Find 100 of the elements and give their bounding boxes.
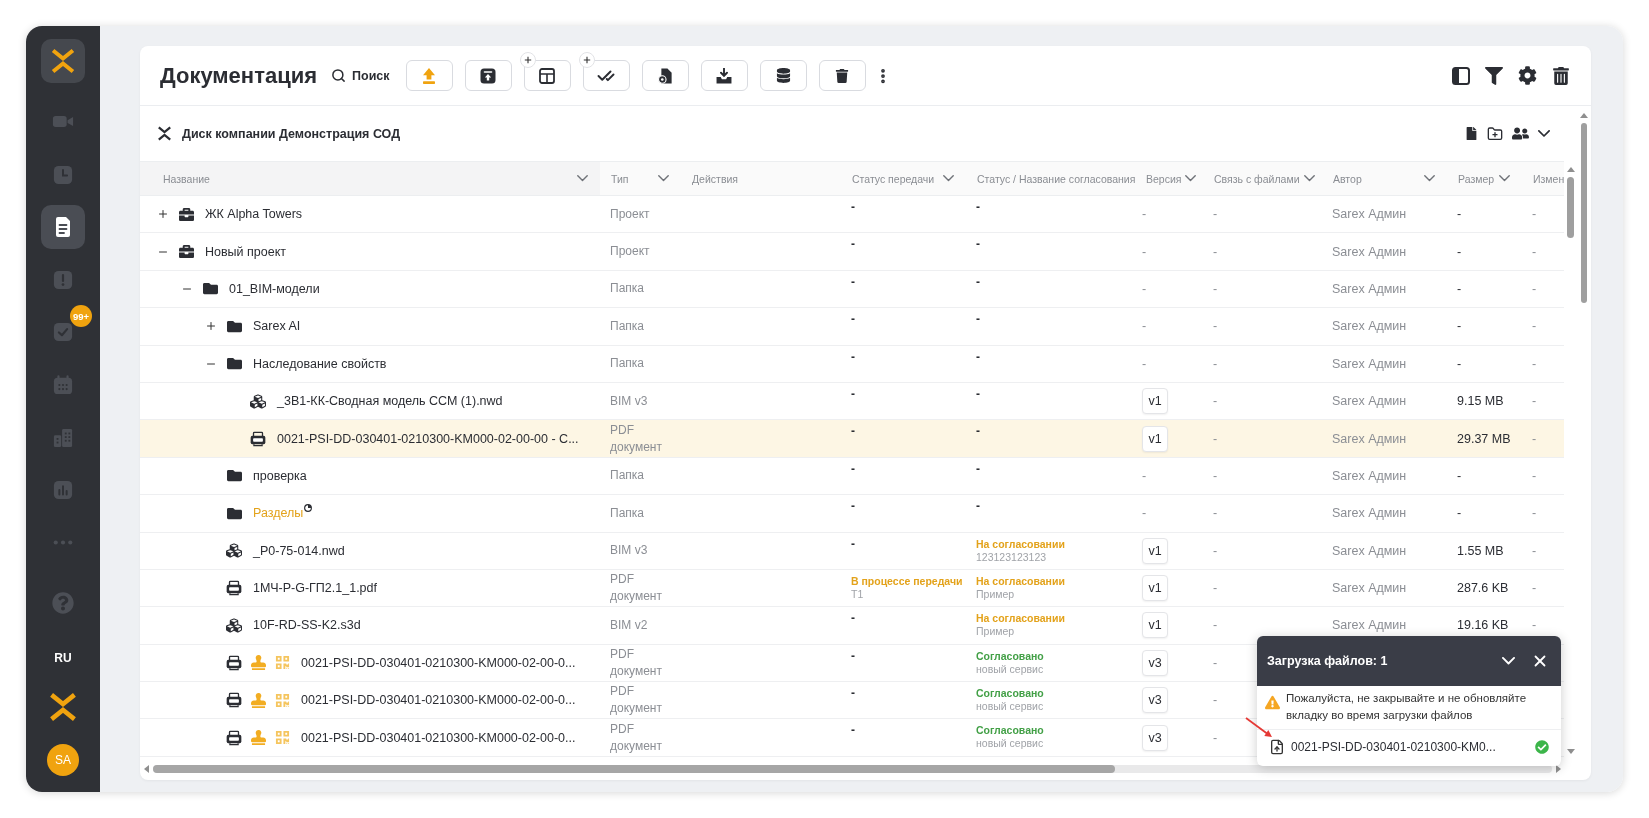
file-icon[interactable] [1465,127,1478,140]
scrollbar-thumb[interactable] [153,764,1115,773]
item-name[interactable]: _3B1-КК-Сводная модель ССМ (1).nwd [277,394,503,409]
table-row[interactable]: 10F-RD-SS-K2.s3d BIM v2 - На согласовании Пример v1 - Sarex Админ 19.16 KB - [140,607,1564,645]
approval-status: - [976,462,980,476]
toolbar-button[interactable] [641,60,689,91]
item-name[interactable]: Sarex AI [253,319,301,334]
item-name[interactable]: 0021-PSI-DD-030401-0210300-KM000-02-00-00 - C... [277,431,579,446]
item-name[interactable]: Новый проект [205,244,287,259]
version-badge[interactable]: v1 [1142,388,1168,415]
qr-code-icon [274,730,290,746]
file-links-value: - [1213,543,1218,558]
folder-plus-icon[interactable] [1487,125,1503,142]
download-tray-icon [716,67,733,84]
scroll-up-icon[interactable] [1566,167,1575,172]
approval-status: Согласовано [976,649,1044,663]
search-button[interactable]: Поиск [331,68,390,83]
scrollbar-track[interactable] [153,764,1552,773]
scroll-up-icon[interactable] [1580,113,1588,118]
item-name[interactable]: 10F-RD-SS-K2.s3d [253,618,361,633]
version-badge[interactable]: v1 [1142,575,1168,602]
version-badge[interactable]: v1 [1142,425,1168,452]
transfer-status: - [851,387,855,401]
modified-date: - [1532,506,1537,521]
page-title: Документация [160,62,318,89]
chevron-down-icon [577,175,588,182]
table-row[interactable]: _3B1-КК-Сводная модель ССМ (1).nwd BIM v3 - - v1 - Sarex Админ 9.15 MB - [140,382,1564,421]
users-icon[interactable] [1512,125,1529,142]
version-badge[interactable]: v1 [1142,612,1168,639]
toolbar-button[interactable] [523,60,571,91]
toolbar-button[interactable] [700,60,748,91]
scrollbar-thumb[interactable] [1567,177,1574,238]
upload-icon [423,67,436,84]
file-links-value: - [1213,506,1218,521]
scroll-right-icon[interactable] [1556,764,1561,773]
toolbar-button[interactable] [464,60,512,91]
table-row[interactable]: ЖК Alpha Towers Проект - - - - Sarex Админ - - [140,196,1564,234]
chevron-down-icon[interactable] [1538,130,1550,137]
version-value: - [1142,468,1147,483]
item-name[interactable]: 0021-PSI-DD-030401-0210300-KM000-02-00-0... [301,693,576,708]
transfer-status: В процессе передачи [851,574,963,588]
item-type: BIM v3 [610,542,648,560]
table-row[interactable]: 0021-PSI-DD-030401-0210300-KM000-02-00-00 - C... PDF документ - - v1 - Sarex Админ 29.37 MB - [140,420,1564,458]
scroll-down-icon[interactable] [1566,749,1575,754]
toolbar-button[interactable] [818,60,866,91]
table-row[interactable]: 1МЧ-Р-G-ГП2.1_1.pdf PDF документ В процессе передачи T1 На согласовании Пример v1 - Sarex Админ 287.6 KB - [140,569,1564,608]
item-name[interactable]: проверка [253,468,307,483]
approval-status: Согласовано [976,724,1044,738]
filter-icon[interactable] [1485,66,1503,85]
folder-icon [226,505,242,521]
delete-icon[interactable] [1552,66,1570,85]
nav-button[interactable] [41,205,85,250]
transfer-status: - [851,537,855,551]
modified-date: - [1532,468,1537,483]
collapse-button[interactable] [1502,657,1515,665]
printer-icon [226,580,242,597]
item-name[interactable]: 1МЧ-Р-G-ГП2.1_1.pdf [253,581,377,596]
version-badge[interactable]: v3 [1142,649,1168,676]
version-badge[interactable]: v3 [1142,687,1168,714]
alert-icon [53,269,73,290]
table-row[interactable]: 01_BIM-модели Папка - - - - Sarex Админ - - [140,270,1564,309]
printer-icon [226,692,242,709]
table-row[interactable]: Новый проект Проект - - - - Sarex Админ - - [140,233,1564,271]
disk-logo-icon [157,126,172,141]
expand-icon[interactable] [157,208,169,221]
scrollbar-thumb[interactable] [1581,123,1587,303]
version-value: - [1142,207,1147,222]
modified-date: - [1532,319,1537,334]
expand-icon[interactable] [205,320,217,333]
table-row[interactable]: Sarex AI Папка - - - - Sarex Админ - - [140,308,1564,346]
version-value: - [1142,356,1147,371]
chevron-down-icon [1185,175,1197,182]
item-name[interactable]: Наследование свойств [253,356,387,371]
table-row[interactable]: Разделы Папка - - - - Sarex Админ - - [140,495,1564,533]
version-value: - [1142,319,1147,334]
cubes-icon [250,392,266,410]
table-row[interactable]: _P0-75-014.nwd BIM v3 - На согласовании 123123123123 v1 - Sarex Админ 1.55 MB - [140,532,1564,570]
home-button[interactable] [41,39,85,83]
approval-status-detail: новый сервис [976,737,1044,751]
author-name: Sarex Админ [1332,356,1407,371]
version-badge[interactable]: v3 [1142,724,1168,751]
item-name[interactable]: _P0-75-014.nwd [253,543,345,558]
table-row[interactable]: проверка Папка - - - - Sarex Админ - - [140,457,1564,496]
item-name[interactable]: ЖК Alpha Towers [205,207,303,222]
item-name[interactable]: 01_BIM-модели [229,281,320,296]
plus-badge-icon[interactable] [519,52,536,68]
item-name[interactable]: 0021-PSI-DD-030401-0210300-KM000-02-00-0... [301,730,576,745]
table-row[interactable]: Наследование свойств Папка - - - - Sarex Админ - - [140,345,1564,383]
toolbar-button[interactable] [582,60,630,91]
toolbar-button[interactable] [759,60,807,91]
approval-status: - [976,425,980,439]
panel-toggle-icon[interactable] [1452,66,1470,85]
settings-icon[interactable] [1518,66,1537,85]
language-label[interactable]: RU [54,651,72,665]
plus-badge-icon[interactable] [578,52,595,68]
scroll-left-icon[interactable] [144,764,149,773]
qr-code-icon [274,655,290,671]
item-name[interactable]: 0021-PSI-DD-030401-0210300-KM000-02-00-0... [301,655,576,670]
version-badge[interactable]: v1 [1142,537,1168,564]
printer-icon [226,654,242,671]
